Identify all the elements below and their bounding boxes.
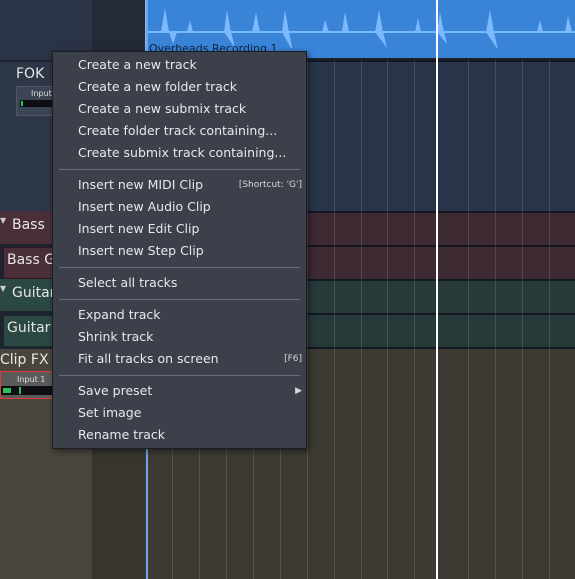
menu-item-label: Create folder track containing...	[78, 123, 278, 138]
shortcut-label: [Shortcut: 'G']	[238, 180, 302, 190]
collapse-triangle-icon[interactable]: ▼	[0, 216, 6, 225]
menu-item-insert-edit-clip[interactable]: Insert new Edit Clip	[78, 218, 302, 240]
menu-item-create-folder-track[interactable]: Create a new folder track	[78, 76, 302, 98]
collapse-triangle-icon[interactable]: ▼	[0, 284, 6, 293]
menu-item-insert-step-clip[interactable]: Insert new Step Clip	[78, 240, 302, 262]
menu-item-label: Create a new folder track	[78, 79, 238, 94]
menu-item-fit-all-tracks[interactable]: Fit all tracks on screen [F6]	[78, 348, 302, 370]
menu-item-create-new-track[interactable]: Create a new track	[78, 54, 302, 76]
shortcut-label: [F6]	[284, 354, 302, 364]
menu-item-label: Select all tracks	[78, 275, 178, 290]
menu-item-label: Create submix track containing...	[78, 145, 287, 160]
menu-separator	[59, 299, 300, 300]
menu-item-rename-track[interactable]: Rename track	[78, 424, 302, 446]
menu-item-create-submix-track[interactable]: Create a new submix track	[78, 98, 302, 120]
menu-item-label: Save preset	[78, 383, 153, 398]
menu-item-label: Create a new submix track	[78, 101, 247, 116]
menu-item-save-preset[interactable]: Save preset ▶	[78, 380, 302, 402]
track-name: Clip FX	[0, 352, 49, 368]
track-name: Guitar	[12, 285, 56, 301]
waveform	[147, 8, 575, 48]
menu-separator	[59, 375, 300, 376]
menu-item-label: Shrink track	[78, 329, 154, 344]
input-label: Input	[31, 89, 52, 98]
input-meter[interactable]: Input 1	[0, 371, 54, 399]
menu-item-label: Create a new track	[78, 57, 197, 72]
track-name: Bass	[12, 217, 45, 233]
audio-clip[interactable]: Overheads Recording 1	[145, 0, 575, 58]
submenu-arrow-icon: ▶	[295, 386, 302, 396]
menu-item-label: Set image	[78, 405, 142, 420]
playhead[interactable]	[436, 0, 438, 579]
context-menu: Create a new track Create a new folder t…	[52, 51, 307, 449]
input-label: Input 1	[17, 375, 46, 384]
menu-item-insert-audio-clip[interactable]: Insert new Audio Clip	[78, 196, 302, 218]
menu-item-label: Fit all tracks on screen	[78, 351, 219, 366]
menu-item-label: Insert new MIDI Clip	[78, 177, 203, 192]
menu-item-create-submix-containing[interactable]: Create submix track containing...	[78, 142, 302, 164]
menu-item-shrink-track[interactable]: Shrink track	[78, 326, 302, 348]
menu-item-label: Expand track	[78, 307, 161, 322]
menu-item-set-image[interactable]: Set image	[78, 402, 302, 424]
menu-item-label: Rename track	[78, 427, 166, 442]
menu-item-expand-track[interactable]: Expand track	[78, 304, 302, 326]
track-name: FOK	[16, 66, 45, 82]
menu-item-label: Insert new Audio Clip	[78, 199, 211, 214]
track-name: Guitar	[7, 320, 51, 336]
menu-separator	[59, 169, 300, 170]
menu-item-create-folder-containing[interactable]: Create folder track containing...	[78, 120, 302, 142]
menu-item-select-all-tracks[interactable]: Select all tracks	[78, 272, 302, 294]
menu-item-insert-midi-clip[interactable]: Insert new MIDI Clip [Shortcut: 'G']	[78, 174, 302, 196]
menu-separator	[59, 267, 300, 268]
menu-item-label: Insert new Edit Clip	[78, 221, 200, 236]
menu-item-label: Insert new Step Clip	[78, 243, 204, 258]
